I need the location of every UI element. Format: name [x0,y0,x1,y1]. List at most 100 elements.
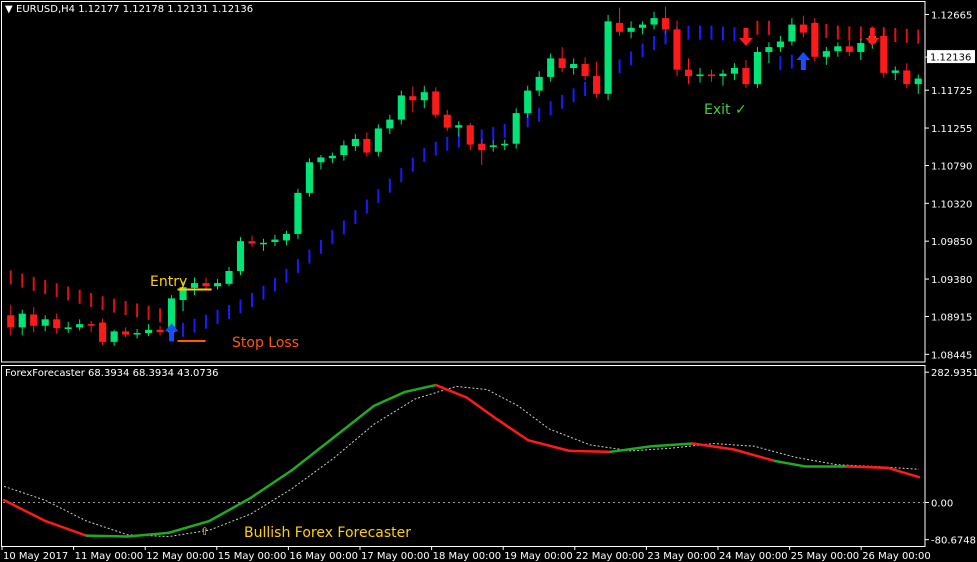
bull-candle [41,319,49,326]
bull-candle [305,162,313,193]
bear-candle [478,143,486,151]
time-axis-label: 19 May 00:00 [504,551,573,562]
oscillator-axis-label: 0.00 [931,498,953,509]
bull-candle [282,233,291,241]
signal-arrows [164,27,880,342]
bull-candle [730,68,739,74]
oscillator-axis: 282.9351 0.00 -80.6748 [925,368,977,547]
bear-candle [799,24,807,33]
chart-title: EURUSD,H4 1.12177 1.12178 1.12131 1.1213… [16,4,253,15]
stop-loss-label: Stop Loss [232,335,299,351]
time-axis-label: 11 May 00:00 [75,551,144,562]
bull-candle [650,18,658,25]
current-price-label: 1.12136 [930,53,971,64]
bull-candle [386,119,394,129]
price-axis: 1.12665 1.12136 1.11725 1.11255 1.10790 1.103… [925,10,975,361]
bull-candle [914,78,922,85]
bear-candle [443,114,451,128]
bull-candle [857,43,865,52]
price-axis-label: 1.12665 [931,10,972,21]
chart-canvas[interactable]: 1.12665 1.12136 1.11725 1.11255 1.10790 1.103… [0,0,977,562]
bull-candle [765,47,773,52]
bull-candle [340,145,348,156]
oscillator-main-segment [527,439,571,453]
buy-arrow-icon [164,323,179,342]
bull-candle [64,327,72,329]
bull-candle [213,283,222,287]
oscillator-main-segment [331,404,376,440]
bull-candle [604,21,612,94]
bull-candle [133,333,141,335]
bear-candle [363,138,371,153]
bull-candle [501,143,509,146]
time-axis: 10 May 2017 11 May 00:00 12 May 00:00 15 Ma… [1,546,931,562]
oscillator-main-segment [372,390,407,408]
bull-candle [190,283,199,288]
bull-candle [489,145,497,147]
bull-candle [18,313,26,328]
bull-candle [570,64,578,69]
bull-candle [397,95,405,120]
bear-candle [673,29,681,70]
price-pane-border [1,1,926,363]
buy-arrow-icon [796,52,811,71]
time-axis-label: 23 May 00:00 [647,551,716,562]
oscillator-series [2,383,925,538]
bull-candle [294,192,302,234]
entry-label: Entry [150,274,187,290]
bull-candle [236,241,245,271]
time-axis-label: 17 May 00:00 [361,551,430,562]
bull-candle [420,92,428,101]
bull-candle [638,24,647,28]
price-axis-label: 1.10790 [931,161,972,172]
bear-candle [811,22,819,57]
bullish-forecaster-label: Bullish Forex Forecaster [244,525,411,541]
oscillator-pane-border [1,365,926,547]
bear-candle [903,70,911,85]
bull-candle [696,74,704,77]
bear-candle [707,74,716,77]
time-axis-label: 16 May 00:00 [289,551,358,562]
bull-candle [351,138,359,147]
oscillator-main-segment [43,519,88,537]
bull-candle [891,70,899,73]
bull-candle [145,329,153,334]
oscillator-main-segment [84,534,129,538]
oscillator-main-segment [465,396,499,421]
oscillator-axis-label: -80.6748 [931,536,976,547]
trailing-stop-line [9,20,920,337]
price-axis-label: 1.08445 [931,350,972,361]
bear-candle [742,68,750,85]
price-axis-label: 1.10320 [931,199,972,210]
chart-menu-icon[interactable]: ▼ [5,4,13,15]
bear-candle [7,315,15,328]
oscillator-main-segment [249,468,294,500]
bear-candle [845,46,853,52]
bear-candle [409,96,417,101]
oscillator-axis-label: 282.9351 [931,368,977,379]
oscillator-main-segment [290,436,335,472]
time-axis-label: 22 May 00:00 [576,551,645,562]
oscillator-main-segment [2,498,47,523]
bull-candle [627,27,635,32]
price-axis-label: 1.09850 [931,237,972,248]
bull-candle [535,76,543,91]
oscillator-main-segment [403,383,438,394]
bull-candle [110,331,118,342]
oscillator-main-segment [691,442,736,451]
oscillator-main-segment [208,496,252,523]
price-axis-label: 1.11725 [931,86,972,97]
sell-arrow-icon [865,27,880,46]
bear-candle [30,314,38,326]
bull-candle [719,73,727,77]
bull-candle [328,155,336,159]
oscillator-main-segment [568,449,612,454]
bear-candle [558,58,566,69]
bear-candle [684,69,693,77]
bear-candle [156,329,164,333]
bull-candle [788,24,796,42]
time-axis-label: 25 May 00:00 [791,551,860,562]
time-axis-label: 12 May 00:00 [146,551,215,562]
bear-candle [248,241,256,244]
bull-candle [225,270,233,284]
